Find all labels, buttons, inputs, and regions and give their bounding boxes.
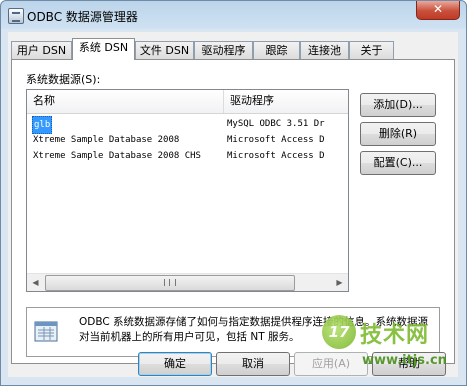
configure-button[interactable]: 配置(C)...	[360, 151, 436, 175]
scroll-thumb[interactable]	[45, 275, 295, 291]
ok-button[interactable]: 确定	[138, 352, 212, 376]
tab-about[interactable]: 关于	[349, 41, 394, 59]
tab-drivers[interactable]: 驱动程序	[194, 41, 253, 59]
tab-tracing[interactable]: 跟踪	[253, 41, 300, 59]
data-source-icon	[34, 321, 58, 342]
list-item[interactable]: glb MySQL ODBC 3.51 Dr	[27, 116, 348, 134]
watermark-url: www.itjs.cn	[362, 353, 447, 368]
window-title: ODBC 数据源管理器	[27, 10, 138, 24]
list-item-name: Xtreme Sample Database 2008 CHS	[33, 151, 201, 161]
list-item-driver: Microsoft Access D	[227, 151, 325, 161]
system-data-sources-label: 系统数据源(S):	[26, 73, 101, 86]
list-item-driver: MySQL ODBC 3.51 Dr	[227, 119, 325, 129]
close-button[interactable]: ✕	[416, 1, 460, 20]
column-header-name[interactable]: 名称	[27, 90, 224, 113]
scroll-grip-icon	[164, 279, 176, 286]
list-item[interactable]: Xtreme Sample Database 2008 CHS Microsof…	[27, 148, 348, 164]
tab-file-dsn[interactable]: 文件 DSN	[135, 41, 194, 59]
list-item[interactable]: Xtreme Sample Database 2008 Microsoft Ac…	[27, 132, 348, 148]
list-item-name: Xtreme Sample Database 2008	[33, 135, 180, 145]
watermark-name: 技术网	[360, 323, 430, 348]
column-header-driver[interactable]: 驱动程序	[224, 90, 348, 113]
site-watermark: 17 技术网 www.itjs.cn	[322, 315, 467, 375]
remove-button[interactable]: 删除(R)	[360, 122, 436, 146]
scroll-left-arrow-icon[interactable]: ◀	[27, 274, 44, 291]
list-item-driver: Microsoft Access D	[227, 135, 325, 145]
tab-connection-pooling[interactable]: 连接池	[300, 41, 349, 59]
tab-user-dsn[interactable]: 用户 DSN	[11, 41, 72, 59]
watermark-logo-icon: 17	[322, 315, 356, 349]
odbc-app-icon	[8, 8, 24, 24]
horizontal-scrollbar[interactable]: ◀ ▶	[27, 273, 348, 291]
tab-system-dsn[interactable]: 系统 DSN	[72, 38, 135, 60]
add-button[interactable]: 添加(D)...	[360, 93, 436, 117]
title-bar[interactable]: ODBC 数据源管理器 ✕	[1, 1, 466, 29]
list-header: 名称 驱动程序	[27, 90, 348, 114]
scroll-right-arrow-icon[interactable]: ▶	[331, 274, 348, 291]
data-source-list[interactable]: 名称 驱动程序 glb MySQL ODBC 3.51 Dr Xtreme Sa…	[26, 89, 349, 292]
cancel-button[interactable]: 取消	[216, 352, 290, 376]
